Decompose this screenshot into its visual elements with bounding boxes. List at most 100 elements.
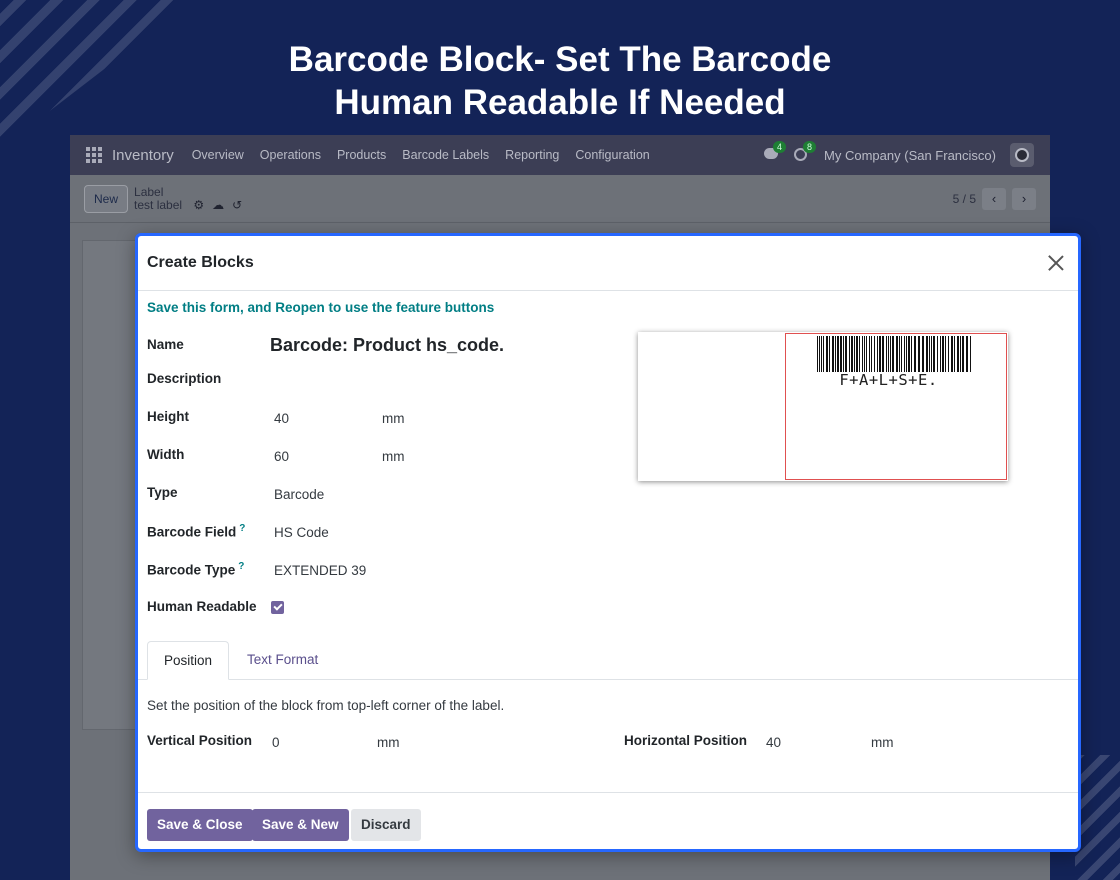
menu-reporting[interactable]: Reporting: [505, 148, 559, 162]
messages-icon[interactable]: 4: [764, 141, 787, 162]
description-label: Description: [147, 371, 222, 386]
app-name[interactable]: Inventory: [112, 147, 174, 164]
barcode-block-preview[interactable]: F+A+L+S+E.: [785, 333, 1007, 480]
activities-badge: 8: [803, 141, 817, 153]
activities-icon[interactable]: 8: [794, 141, 817, 162]
human-readable-checkbox[interactable]: [271, 601, 284, 614]
barcode-bar: [864, 336, 865, 372]
top-navbar: Inventory Overview Operations Products B…: [70, 135, 1050, 175]
barcode-bar: [951, 336, 953, 372]
barcode-bar: [819, 336, 820, 372]
help-icon[interactable]: ?: [239, 523, 245, 534]
barcode-field-label: Barcode Field?: [147, 523, 245, 540]
barcode-bar: [832, 336, 834, 372]
barcode-bar: [901, 336, 902, 372]
barcode-bar: [837, 336, 839, 372]
barcode-bar: [945, 336, 946, 372]
barcode-bar: [849, 336, 850, 372]
help-icon[interactable]: ?: [238, 561, 244, 572]
height-label: Height: [147, 409, 189, 424]
save-new-button[interactable]: Save & New: [252, 809, 349, 841]
barcode-bar: [890, 336, 891, 372]
type-label: Type: [147, 485, 178, 500]
menu-operations[interactable]: Operations: [260, 148, 321, 162]
cloud-save-icon[interactable]: ☁: [212, 198, 232, 212]
dialog-tabs: Position Text Format: [138, 641, 1078, 680]
apps-grid-icon[interactable]: [86, 147, 102, 163]
gear-icon[interactable]: ⚙: [193, 198, 212, 212]
barcode-bar: [821, 336, 822, 372]
menu-barcode-labels[interactable]: Barcode Labels: [402, 148, 489, 162]
barcode-bar: [869, 336, 870, 372]
barcode-bar: [922, 336, 924, 372]
barcode-type-label-text: Barcode Type: [147, 562, 236, 578]
chevron-left-icon[interactable]: ‹: [982, 187, 1006, 210]
barcode-bar: [835, 336, 836, 372]
barcode-bar: [937, 336, 938, 372]
create-blocks-dialog: Create Blocks Save this form, and Reopen…: [135, 233, 1081, 852]
barcode-bar: [866, 336, 867, 372]
page-headline: Barcode Block- Set The Barcode Human Rea…: [0, 38, 1120, 124]
type-select[interactable]: Barcode: [274, 487, 324, 502]
name-field[interactable]: Barcode: Product hs_code.: [270, 335, 504, 356]
barcode-type-label: Barcode Type?: [147, 561, 244, 578]
discard-button[interactable]: Discard: [351, 809, 421, 841]
control-panel: New Label test label ⚙☁↺ 5 / 5 ‹ ›: [70, 175, 1050, 223]
horizontal-position-label: Horizontal Position: [624, 733, 747, 748]
barcode-bar: [823, 336, 824, 372]
menu-overview[interactable]: Overview: [192, 148, 244, 162]
save-close-button[interactable]: Save & Close: [147, 809, 253, 841]
position-description: Set the position of the block from top-l…: [147, 698, 505, 713]
headline-line-2: Human Readable If Needed: [334, 83, 786, 122]
decorative-stripes-bottom: [1075, 755, 1120, 880]
barcode-bar: [874, 336, 875, 372]
menu-products[interactable]: Products: [337, 148, 386, 162]
company-switcher[interactable]: My Company (San Francisco): [824, 148, 996, 163]
barcode-bar: [882, 336, 884, 372]
width-field[interactable]: 60: [274, 449, 289, 464]
vertical-position-field[interactable]: 0: [272, 735, 280, 750]
vertical-position-unit: mm: [377, 735, 400, 750]
close-icon[interactable]: [1044, 251, 1068, 275]
barcode-bar: [931, 336, 932, 372]
barcode-bar: [926, 336, 928, 372]
barcode-bar: [829, 336, 830, 372]
dialog-title: Create Blocks: [147, 254, 254, 271]
width-label: Width: [147, 447, 185, 462]
height-field[interactable]: 40: [274, 411, 289, 426]
barcode-bar: [940, 336, 941, 372]
barcode-bar: [970, 336, 971, 372]
horizontal-position-field[interactable]: 40: [766, 735, 781, 750]
barcode-bar: [877, 336, 878, 372]
barcode-bar: [933, 336, 935, 372]
barcode-bar: [966, 336, 968, 372]
barcode-bar: [911, 336, 912, 372]
vertical-position-label: Vertical Position: [147, 733, 253, 748]
barcode-bar: [843, 336, 844, 372]
tab-position[interactable]: Position: [147, 641, 230, 680]
tab-text-format[interactable]: Text Format: [231, 641, 334, 680]
new-button[interactable]: New: [84, 184, 129, 213]
barcode-bar: [896, 336, 898, 372]
menu-configuration[interactable]: Configuration: [575, 148, 649, 162]
chevron-right-icon[interactable]: ›: [1012, 187, 1036, 210]
barcode-bar: [856, 336, 858, 372]
barcode-bar: [871, 336, 872, 372]
barcode-bar: [840, 336, 842, 372]
barcode-field-select[interactable]: HS Code: [274, 525, 329, 540]
barcode-bar: [888, 336, 889, 372]
discard-changes-icon[interactable]: ↺: [232, 198, 250, 212]
barcode-bar: [826, 336, 828, 372]
messages-badge: 4: [773, 141, 787, 153]
height-unit: mm: [382, 411, 405, 426]
barcode-bar: [942, 336, 944, 372]
label-preview: F+A+L+S+E.: [638, 332, 1008, 481]
barcode-field-label-text: Barcode Field: [147, 524, 237, 540]
barcode-bar: [817, 336, 818, 372]
barcode-bar: [954, 336, 955, 372]
user-avatar[interactable]: [1010, 143, 1034, 167]
barcode-type-select[interactable]: EXTENDED 39: [274, 563, 366, 578]
barcode-bar: [957, 336, 959, 372]
headline-line-1: Barcode Block- Set The Barcode: [288, 40, 832, 79]
save-notice: Save this form, and Reopen to use the fe…: [147, 300, 495, 315]
